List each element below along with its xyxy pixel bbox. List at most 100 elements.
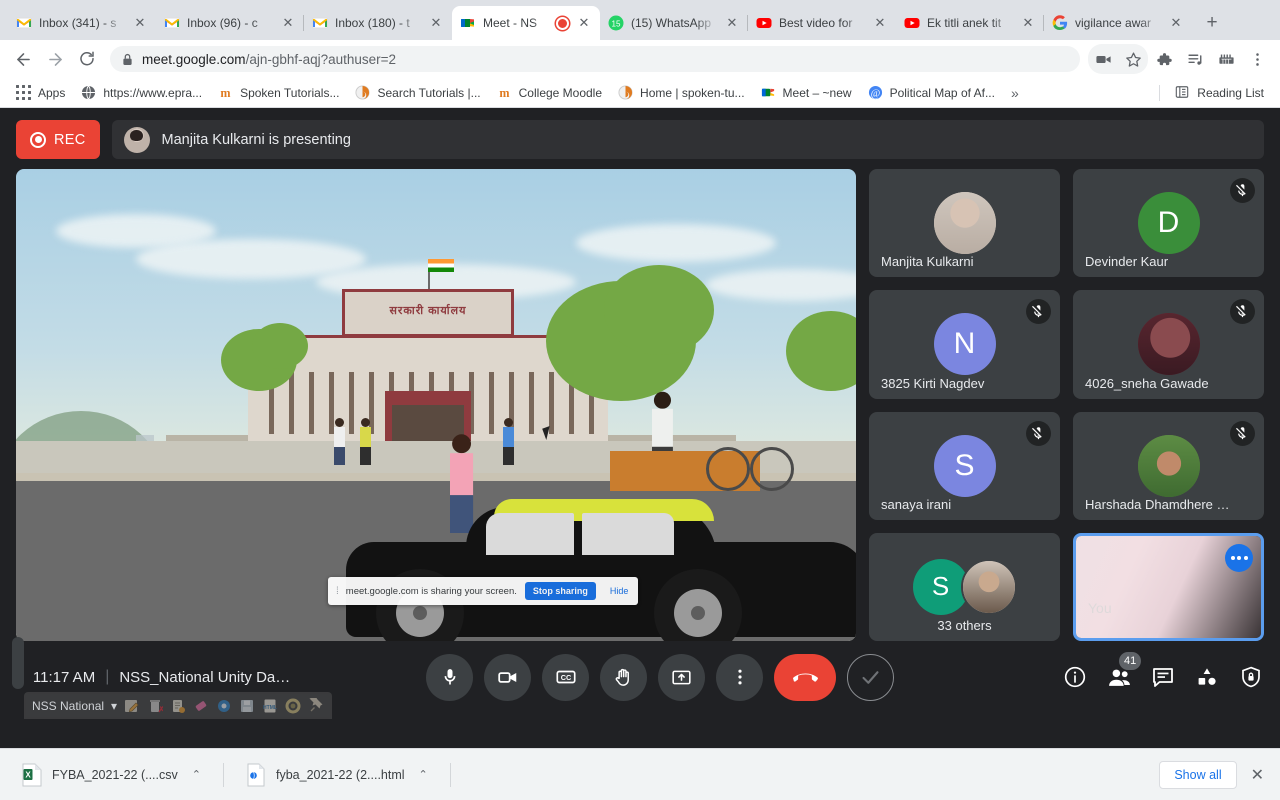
tab-close-icon[interactable]: ✕ [280,15,296,31]
check-button[interactable] [847,654,894,701]
svg-text:X: X [25,770,31,779]
show-all-downloads-button[interactable]: Show all [1159,761,1236,789]
bookmark-item[interactable]: Search Tutorials |... [348,82,487,104]
drag-handle-icon[interactable]: ⁞ [336,586,338,597]
activities-button[interactable] [1194,664,1220,690]
presentation-video[interactable]: सरकारी कार्यालय [16,169,856,641]
chevron-down-icon[interactable]: ▾ [111,699,117,713]
playlist-icon[interactable] [1180,44,1210,74]
mute-icon [1230,299,1255,324]
eraser-icon[interactable] [193,698,209,714]
rec-button[interactable]: REC [16,120,100,159]
edit-icon[interactable] [124,698,140,714]
pin-icon[interactable] [308,698,324,714]
present-screen-button[interactable] [658,654,705,701]
browser-tab[interactable]: Inbox (96) - c ✕ [156,6,304,40]
chat-button[interactable] [1150,664,1176,690]
download-item[interactable]: fyba_2021-22 (2....html ⌃ [236,756,438,794]
host-controls-button[interactable] [1238,664,1264,690]
bookmark-item[interactable]: Meet – ~new [754,82,859,104]
piano-icon[interactable] [1211,44,1241,74]
browser-tab[interactable]: Inbox (341) - s ✕ [8,6,156,40]
bookmark-item[interactable]: https://www.epra... [74,82,209,104]
bookmark-item[interactable]: m College Moodle [490,82,609,104]
tab-close-icon[interactable]: ✕ [872,15,888,31]
download-menu-icon[interactable]: ⌃ [192,768,201,781]
browser-tab[interactable]: Best video for ✕ [748,6,896,40]
new-tab-button[interactable]: + [1198,9,1226,37]
document-icon[interactable] [170,698,186,714]
participant-name: 4026_sneha Gawade [1085,376,1230,391]
bookmark-item[interactable]: Home | spoken-tu... [611,82,752,104]
nss-recorder-toolbar[interactable]: NSS National ▾ ✗ [24,692,332,719]
address-bar[interactable]: meet.google.com/ajn-gbhf-aqj?authuser=2 [110,46,1080,72]
scrollbar-handle[interactable] [12,637,24,689]
microphone-button[interactable] [426,654,473,701]
extensions-icon[interactable] [1149,44,1179,74]
reload-icon[interactable] [72,44,102,74]
captions-button[interactable]: CC [542,654,589,701]
tab-title: Ek titli anek tit [927,16,1013,30]
participant-tile[interactable]: 4026_sneha Gawade [1073,290,1264,398]
chrome-menu-icon[interactable] [1242,44,1272,74]
browser-tab[interactable]: 15 (15) WhatsApp ✕ [600,6,748,40]
raise-hand-button[interactable] [600,654,647,701]
participant-tile[interactable]: Manjita Kulkarni [869,169,1060,277]
more-options-button[interactable] [716,654,763,701]
html-icon[interactable]: HTML [262,698,278,714]
tab-close-icon[interactable]: ✕ [428,15,444,31]
record-dot-icon [30,132,46,148]
tab-title: Meet - NS [483,16,549,30]
toolbar-right-actions [1088,44,1272,74]
camera-button[interactable] [484,654,531,701]
browser-tab-active[interactable]: Meet - NS ✕ [452,6,600,40]
star-icon[interactable] [1118,44,1148,74]
bookmark-apps[interactable]: Apps [9,82,72,104]
stop-sharing-button[interactable]: Stop sharing [525,582,596,600]
bookmark-label: Search Tutorials |... [377,86,480,100]
bookmark-item[interactable]: m Spoken Tutorials... [211,82,346,104]
excel-file-icon: X [22,763,42,787]
browser-tab[interactable]: Inbox (180) - t ✕ [304,6,452,40]
meeting-details-button[interactable] [1062,664,1088,690]
participant-tile[interactable]: D Devinder Kaur [1073,169,1264,277]
more-options-icon[interactable] [1225,544,1253,572]
illustration-taxi [346,484,856,641]
close-icon[interactable]: ✕ [1251,765,1264,785]
bookmark-label: Spoken Tutorials... [240,86,339,100]
settings-icon[interactable] [285,698,301,714]
participant-name: Manjita Kulkarni [881,254,1026,269]
camera-icon[interactable] [1088,44,1118,74]
presenting-text: Manjita Kulkarni is presenting [162,132,351,148]
swirl-icon [355,85,371,101]
svg-text:✗: ✗ [158,705,163,714]
tab-close-icon[interactable]: ✕ [1168,15,1184,31]
participant-tile[interactable]: S sanaya irani [869,412,1060,520]
back-arrow-icon[interactable] [8,44,38,74]
download-item[interactable]: X FYBA_2021-22 (....csv ⌃ [12,756,211,794]
reading-list-button[interactable]: Reading List [1168,82,1271,104]
save-icon[interactable] [239,698,255,714]
bookmark-item[interactable]: @ Political Map of Af... [861,82,1002,104]
leave-call-button[interactable] [774,654,836,701]
tab-close-icon[interactable]: ✕ [132,15,148,31]
others-avatars: S [913,559,1017,615]
participant-tile[interactable]: N 3825 Kirti Nagdev [869,290,1060,398]
participants-button[interactable]: 41 [1106,664,1132,690]
tab-close-icon[interactable]: ✕ [1020,15,1036,31]
browser-tab[interactable]: Ek titli anek tit ✕ [896,6,1044,40]
hide-share-bar-button[interactable]: Hide [604,586,635,596]
tab-close-icon[interactable]: ✕ [576,15,592,31]
browser-tab[interactable]: vigilance awar ✕ [1044,6,1192,40]
bookmarks-overflow-button[interactable]: » [1004,82,1026,104]
participant-tile[interactable]: Harshada Dhamdhere _... [1073,412,1264,520]
tab-close-icon[interactable]: ✕ [724,15,740,31]
presenting-banner: Manjita Kulkarni is presenting [112,120,1264,159]
reading-list-label: Reading List [1197,86,1264,100]
download-menu-icon[interactable]: ⌃ [419,768,428,781]
record-icon[interactable] [216,698,232,714]
delete-icon[interactable]: ✗ [147,698,163,714]
self-view-tile[interactable]: You [1073,533,1264,641]
forward-arrow-icon[interactable] [40,44,70,74]
participant-tile-others[interactable]: S 33 others [869,533,1060,641]
